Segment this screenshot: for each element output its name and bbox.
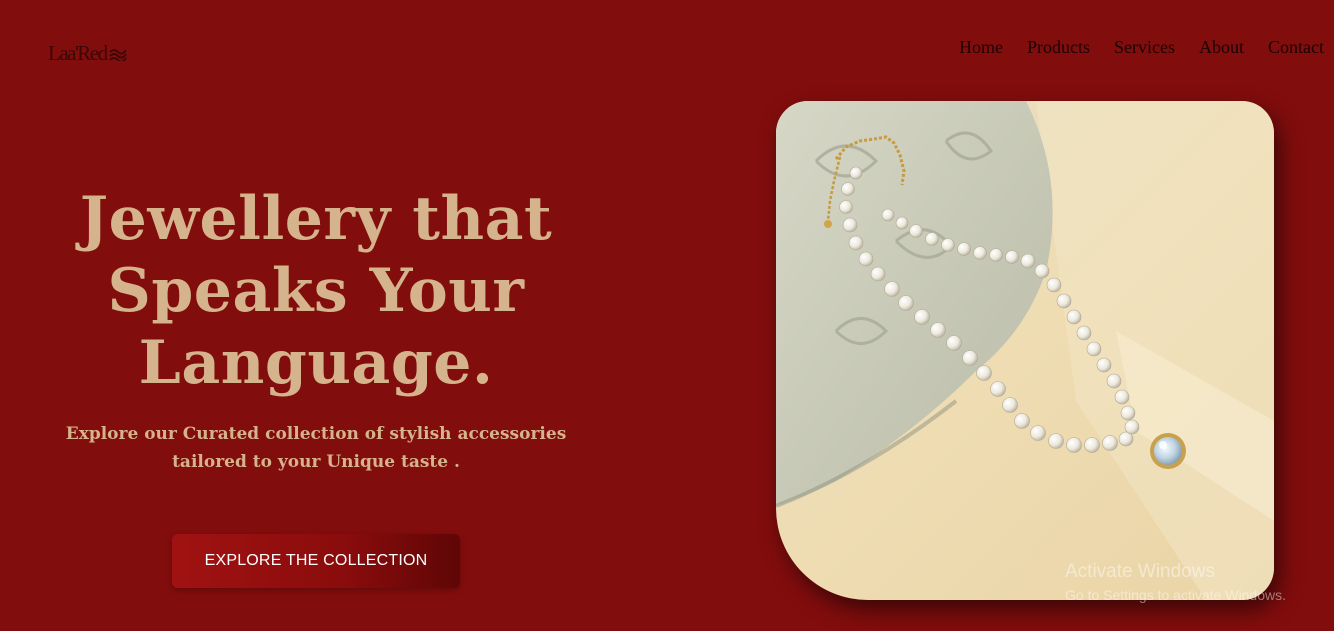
nav-home-link[interactable]: Home [959,37,1003,58]
nav-contact-link[interactable]: Contact [1268,37,1324,58]
main-nav: Home Products Services About Contact [959,37,1324,58]
brand-name: Laa'Red [48,40,108,65]
nav-products-link[interactable]: Products [1027,37,1090,58]
hero-title: Jewellery that Speaks Your Language. [36,183,596,399]
hero-subtitle-line-1: Explore our Curated collection of stylis… [65,424,567,444]
nav-services-link[interactable]: Services [1114,37,1175,58]
nav-about-link[interactable]: About [1199,37,1244,58]
brand-logo[interactable]: Laa'Red [48,40,127,66]
hero-subtitle: Explore our Curated collection of stylis… [36,420,596,476]
hero-title-line-2: Speaks Your [107,256,525,326]
hero-image [776,101,1274,600]
hero-title-line-3: Language. [138,328,494,398]
explore-collection-button[interactable]: EXPLORE THE COLLECTION [172,534,460,588]
hero-subtitle-line-2: tailored to your Unique taste . [172,452,460,472]
wave-icon [108,49,127,61]
hero-title-line-1: Jewellery that [79,184,553,254]
pearl-necklace-photo [776,101,1274,600]
